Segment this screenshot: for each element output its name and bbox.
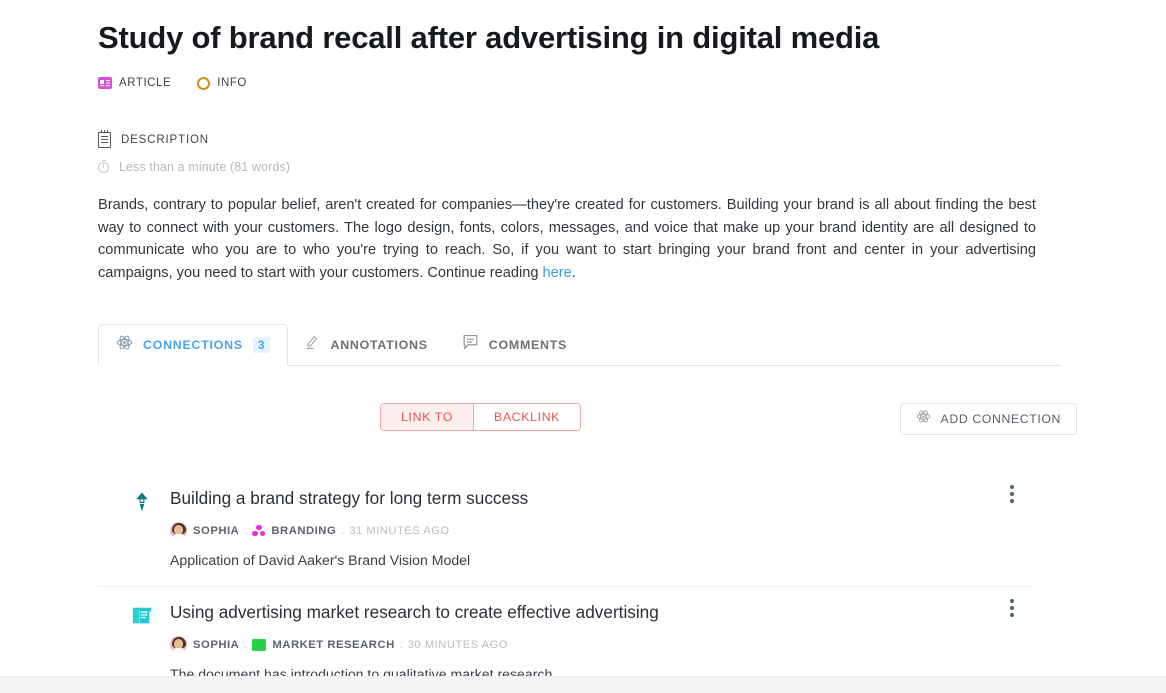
meta-separator: . — [399, 638, 403, 651]
connection-tag[interactable]: BRANDING — [271, 525, 336, 537]
connection-tag[interactable]: MARKET RESEARCH — [272, 639, 394, 651]
footer-band — [0, 676, 1166, 693]
page-content: Study of brand recall after advertising … — [0, 0, 1166, 693]
connections-list: Building a brand strategy for long term … — [98, 473, 1031, 693]
reading-time-label: Less than a minute (81 words) — [119, 160, 291, 174]
page-title: Study of brand recall after advertising … — [98, 20, 880, 55]
tab-annotations[interactable]: ANNOTATIONS — [288, 324, 445, 365]
connection-subtitle: Application of David Aaker's Brand Visio… — [170, 552, 471, 568]
pen-nib-icon — [131, 491, 153, 513]
page-root: Study of brand recall after advertising … — [0, 0, 1166, 693]
kebab-menu-icon[interactable] — [1003, 595, 1021, 621]
badge-article-label: ARTICLE — [119, 77, 172, 89]
connection-title[interactable]: Using advertising market research to cre… — [170, 601, 991, 623]
link-to-button[interactable]: LINK TO — [381, 404, 474, 430]
article-icon — [98, 77, 112, 89]
tab-connections-count: 3 — [252, 337, 270, 353]
avatar — [170, 636, 187, 653]
meta-separator: . — [244, 524, 248, 537]
link-direction-toggle: LINK TO BACKLINK — [380, 403, 582, 431]
notepad-icon — [98, 129, 111, 148]
tab-comments[interactable]: COMMENTS — [445, 324, 584, 365]
list-item: Building a brand strategy for long term … — [98, 473, 1031, 586]
network-icon — [116, 334, 133, 356]
network-icon — [916, 409, 931, 429]
comment-bubble-icon — [462, 334, 479, 355]
description-link[interactable]: here — [543, 265, 572, 281]
meta-separator: . — [341, 524, 345, 537]
description-body: Brands, contrary to popular belief, aren… — [98, 194, 1036, 284]
badge-article[interactable]: ARTICLE — [98, 77, 171, 89]
connection-meta: SOPHIA . BRANDING . 31 MINUTES AGO — [170, 522, 991, 539]
connection-title[interactable]: Building a brand strategy for long term … — [170, 487, 991, 509]
info-circle-icon — [197, 76, 211, 90]
document-folder-icon — [131, 605, 153, 627]
description-heading: DESCRIPTION — [121, 134, 209, 146]
connection-actions: LINK TO BACKLINK ADD CONNECTION — [98, 403, 1077, 435]
description-meta: Less than a minute (81 words) — [98, 159, 1068, 174]
connection-timestamp: 30 MINUTES AGO — [407, 638, 509, 651]
document-badges: ARTICLE INFO — [98, 74, 1068, 92]
badge-info[interactable]: INFO — [197, 76, 247, 90]
cluster-dots-icon — [252, 524, 266, 537]
connection-author: SOPHIA — [193, 638, 240, 651]
tab-connections[interactable]: CONNECTIONS 3 — [98, 324, 288, 366]
connection-meta: SOPHIA . MARKET RESEARCH . 30 MINUTES AG… — [170, 636, 991, 653]
tab-annotations-label: ANNOTATIONS — [330, 337, 428, 352]
clock-icon — [98, 159, 109, 173]
tab-comments-label: COMMENTS — [488, 337, 568, 352]
description-header: DESCRIPTION — [98, 129, 1068, 148]
list-item-main: Using advertising market research to cre… — [98, 601, 1031, 684]
description-text-after: . — [571, 264, 576, 281]
meta-separator: . — [244, 638, 248, 651]
badge-info-label: INFO — [217, 77, 247, 89]
tab-bar: CONNECTIONS 3 ANNOTATIONS COMMENTS — [98, 324, 1061, 366]
tab-connections-label: CONNECTIONS — [143, 338, 243, 352]
avatar — [170, 522, 187, 539]
add-connection-label: ADD CONNECTION — [940, 412, 1061, 426]
connection-timestamp: 31 MINUTES AGO — [349, 524, 450, 537]
green-square-icon — [252, 638, 267, 651]
connection-author: SOPHIA — [193, 524, 240, 537]
add-connection-button[interactable]: ADD CONNECTION — [899, 403, 1077, 435]
kebab-menu-icon[interactable] — [1003, 481, 1021, 507]
backlink-button[interactable]: BACKLINK — [473, 404, 581, 430]
pencil-icon — [305, 334, 321, 355]
list-item-main: Building a brand strategy for long term … — [98, 487, 1031, 570]
